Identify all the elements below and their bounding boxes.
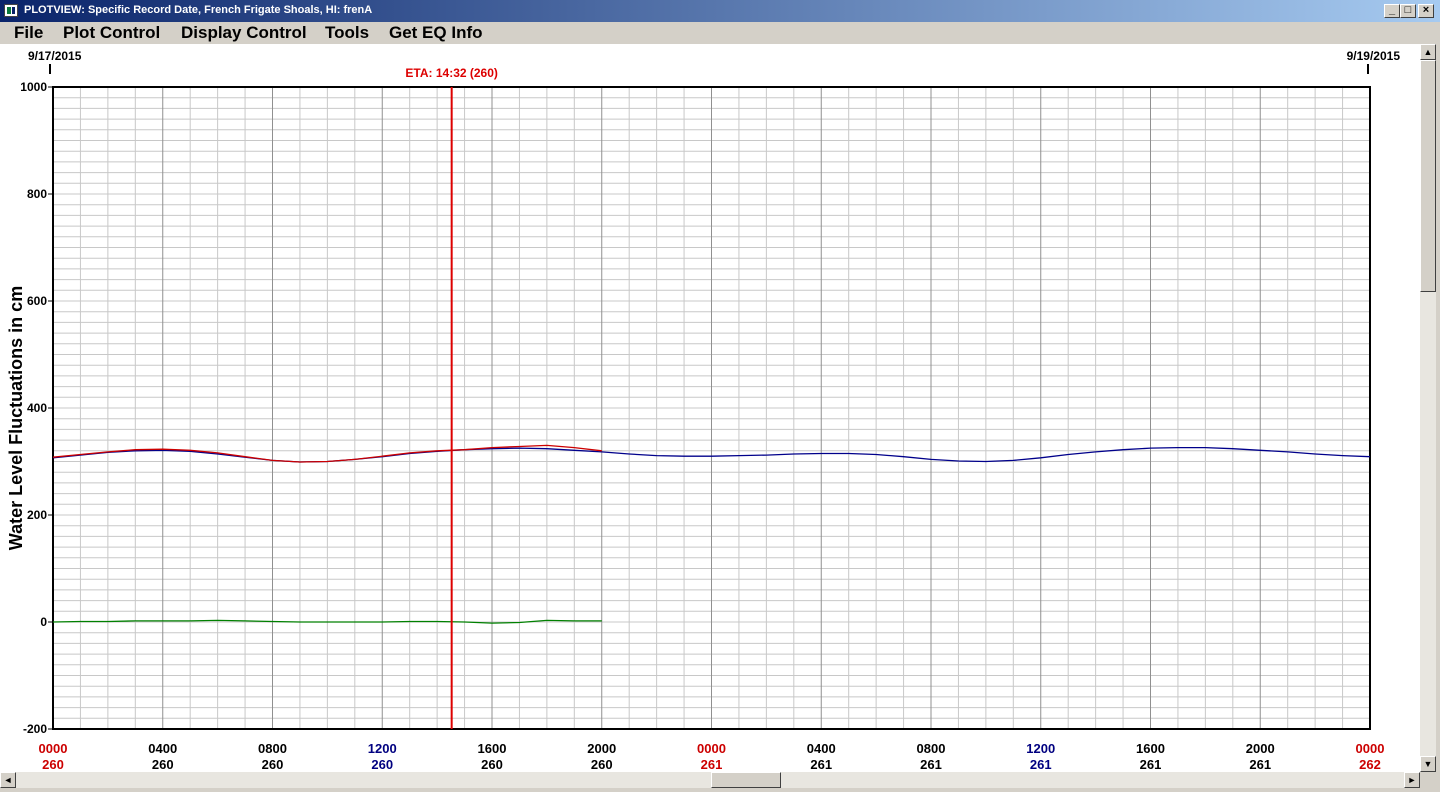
menu-file[interactable]: File xyxy=(14,23,43,43)
x-tick-time-label: 0800 xyxy=(917,741,946,756)
scroll-left-button[interactable]: ◄ xyxy=(0,772,16,788)
x-tick-day-label: 260 xyxy=(152,757,174,772)
maximize-button[interactable]: □ xyxy=(1400,4,1416,18)
y-tick-label: -200 xyxy=(23,722,47,736)
y-tick-label: 400 xyxy=(27,401,47,415)
x-tick-day-label: 261 xyxy=(920,757,942,772)
menu-plot-control[interactable]: Plot Control xyxy=(63,23,160,43)
menu-bar: File Plot Control Display Control Tools … xyxy=(0,22,1440,44)
vertical-scroll-thumb[interactable] xyxy=(1420,60,1436,292)
x-tick-time-label: 2000 xyxy=(587,741,616,756)
x-tick-time-label: 1600 xyxy=(1136,741,1165,756)
water-level-chart: -200 0 200 400 600 800 1000 Water Level Fluctua… xyxy=(6,49,1401,772)
x-tick-time-label: 0400 xyxy=(807,741,836,756)
horizontal-scroll-thumb[interactable] xyxy=(711,772,781,788)
x-tick-time-label: 1200 xyxy=(1026,741,1055,756)
y-tick-label: 600 xyxy=(27,294,47,308)
x-tick-day-label: 261 xyxy=(1140,757,1162,772)
menu-tools[interactable]: Tools xyxy=(325,23,369,43)
x-tick-day-label: 261 xyxy=(1249,757,1271,772)
x-tick-day-label: 261 xyxy=(1030,757,1052,772)
minimize-button[interactable]: _ xyxy=(1384,4,1400,18)
y-tick-label: 200 xyxy=(27,508,47,522)
x-tick-day-label: 261 xyxy=(701,757,723,772)
x-tick-day-label: 262 xyxy=(1359,757,1381,772)
vertical-scrollbar[interactable]: ▲ ▼ xyxy=(1420,44,1436,772)
x-tick-day-label: 260 xyxy=(371,757,393,772)
window-title: PLOTVIEW: Specific Record Date, French F… xyxy=(24,4,373,16)
x-tick-day-label: 260 xyxy=(42,757,64,772)
x-tick-time-label: 0000 xyxy=(39,741,68,756)
x-tick-time-label: 1200 xyxy=(368,741,397,756)
scroll-up-button[interactable]: ▲ xyxy=(1420,44,1436,60)
menu-get-eq-info[interactable]: Get EQ Info xyxy=(389,23,483,43)
eta-label: ETA: 14:32 (260) xyxy=(405,66,497,80)
x-tick-time-label: 1600 xyxy=(478,741,507,756)
x-tick-time-label: 0400 xyxy=(148,741,177,756)
plot-area[interactable]: -200 0 200 400 600 800 1000 Water Level Fluctua… xyxy=(0,44,1420,772)
x-tick-day-label: 260 xyxy=(262,757,284,772)
close-button[interactable]: × xyxy=(1418,4,1434,18)
x-tick-time-label: 0000 xyxy=(1356,741,1385,756)
start-date-label: 9/17/2015 xyxy=(28,49,82,63)
y-tick-label: 800 xyxy=(27,187,47,201)
x-tick-day-label: 260 xyxy=(481,757,503,772)
x-tick-day-label: 261 xyxy=(810,757,832,772)
y-tick-label: 1000 xyxy=(20,80,47,94)
menu-display-control[interactable]: Display Control xyxy=(181,23,307,43)
horizontal-scrollbar[interactable]: ◄ ► xyxy=(0,772,1420,788)
title-bar: PLOTVIEW: Specific Record Date, French F… xyxy=(0,0,1440,22)
x-tick-time-label: 0800 xyxy=(258,741,287,756)
x-tick-time-label: 2000 xyxy=(1246,741,1275,756)
x-tick-time-label: 0000 xyxy=(697,741,726,756)
x-tick-day-label: 260 xyxy=(591,757,613,772)
size-grip[interactable] xyxy=(1420,772,1440,792)
scroll-down-button[interactable]: ▼ xyxy=(1420,756,1436,772)
y-tick-label: 0 xyxy=(40,615,47,629)
end-date-label: 9/19/2015 xyxy=(1347,49,1401,63)
scroll-right-button[interactable]: ► xyxy=(1404,772,1420,788)
app-icon xyxy=(4,4,18,17)
y-axis-label: Water Level Fluctuations in cm xyxy=(6,286,26,550)
